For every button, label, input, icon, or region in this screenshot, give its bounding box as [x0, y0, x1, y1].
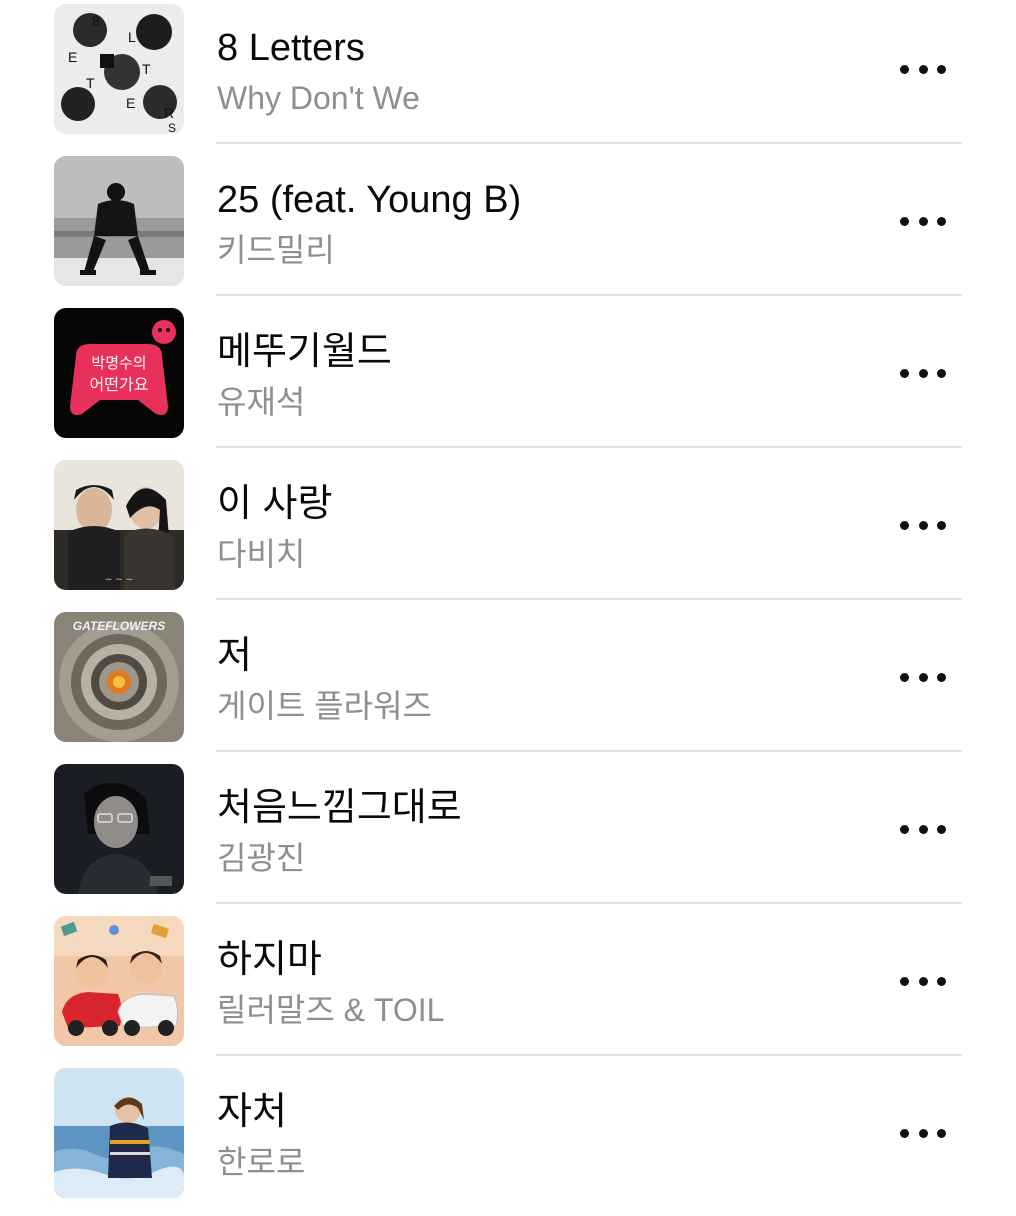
row-divider: [216, 902, 962, 904]
ellipsis-icon: [918, 824, 928, 834]
cover-text: GATEFLOWERS: [73, 619, 165, 633]
album-art-this-love-image: ~ ~ ~: [54, 460, 184, 590]
album-art-25: [54, 156, 184, 286]
song-artist: 유재석: [217, 384, 306, 420]
more-options-button[interactable]: [900, 816, 946, 842]
song-row[interactable]: 25 (feat. Young B) 키드밀리: [0, 152, 1016, 304]
more-options-button[interactable]: [900, 512, 946, 538]
song-title: 8 Letters: [217, 27, 365, 69]
more-options-button[interactable]: [900, 208, 946, 234]
cover-letter: E: [68, 49, 77, 65]
ellipsis-icon: [900, 216, 909, 226]
svg-text:~ ~ ~: ~ ~ ~: [105, 575, 133, 585]
song-title: 25 (feat. Young B): [217, 179, 522, 221]
ellipsis-icon: [900, 368, 909, 378]
cover-letter: 8: [92, 13, 100, 29]
row-divider: [216, 142, 962, 144]
row-divider: [216, 446, 962, 448]
cover-letter: S: [168, 121, 176, 134]
song-title: 처음느낌그대로: [217, 787, 462, 829]
ellipsis-icon: [937, 1128, 946, 1138]
ellipsis-icon: [918, 672, 928, 682]
song-artist: 김광진: [217, 840, 306, 876]
song-title: 이 사랑: [217, 483, 333, 525]
ellipsis-icon: [900, 64, 909, 74]
cover-letter: E: [126, 95, 135, 111]
song-artist: 다비치: [217, 536, 306, 572]
song-artist: 게이트 플라워즈: [217, 688, 432, 724]
cover-letter: T: [86, 75, 95, 91]
ellipsis-icon: [918, 1128, 928, 1138]
song-row[interactable]: E 8 L T T E R S 8 Letters Why Don't We: [0, 0, 1016, 152]
song-title: 메뚜기월드: [217, 331, 392, 373]
album-art-kim-kwangjin-image: [54, 764, 184, 894]
song-row[interactable]: 하지마 릴러말즈 & TOIL: [0, 912, 1016, 1064]
cover-letter: R: [164, 105, 174, 121]
song-row[interactable]: GATEFLOWERS 저 게이트 플라워즈: [0, 608, 1016, 760]
more-options-button[interactable]: [900, 360, 946, 386]
album-art-ocean-portrait-image: [54, 1068, 184, 1198]
ellipsis-icon: [937, 64, 946, 74]
song-title: 하지마: [217, 939, 322, 981]
ellipsis-icon: [900, 976, 909, 986]
ellipsis-icon: [900, 520, 909, 530]
album-art-cartoon-cars-image: [54, 916, 184, 1046]
more-options-button[interactable]: [900, 664, 946, 690]
album-art-gateflowers: GATEFLOWERS: [54, 612, 184, 742]
ellipsis-icon: [937, 672, 946, 682]
cover-text: 어떤가요: [90, 375, 149, 394]
cover-text: 박명수의: [91, 354, 146, 372]
row-divider: [216, 294, 962, 296]
album-art-kim-kwangjin: [54, 764, 184, 894]
album-art-cartoon-cars: [54, 916, 184, 1046]
song-row[interactable]: 자처 한로로: [0, 1064, 1016, 1216]
song-artist: 키드밀리: [217, 232, 335, 268]
ellipsis-icon: [900, 672, 909, 682]
cover-letter: L: [128, 29, 136, 45]
album-art-park-myungsoo: 박명수의 어떤가요: [54, 308, 184, 438]
ellipsis-icon: [937, 976, 946, 986]
ellipsis-icon: [918, 520, 928, 530]
ellipsis-icon: [937, 368, 946, 378]
ellipsis-icon: [900, 1128, 909, 1138]
song-title: 자처: [217, 1091, 287, 1133]
song-row[interactable]: ~ ~ ~ 이 사랑 다비치: [0, 456, 1016, 608]
ellipsis-icon: [937, 824, 946, 834]
album-art-8-letters-image: E 8 L T T E R S: [54, 4, 184, 134]
album-art-ocean-portrait: [54, 1068, 184, 1198]
row-divider: [216, 750, 962, 752]
album-art-8-letters: E 8 L T T E R S: [54, 4, 184, 134]
row-divider: [216, 1054, 962, 1056]
album-art-park-myungsoo-image: 박명수의 어떤가요: [54, 308, 184, 438]
ellipsis-icon: [900, 824, 909, 834]
cover-letter: T: [142, 61, 151, 77]
more-options-button[interactable]: [900, 968, 946, 994]
song-row[interactable]: 처음느낌그대로 김광진: [0, 760, 1016, 912]
song-artist: 한로로: [217, 1144, 306, 1180]
song-list: E 8 L T T E R S 8 Letters Why Don't We 2…: [0, 0, 1016, 1200]
ellipsis-icon: [918, 368, 928, 378]
more-options-button[interactable]: [900, 56, 946, 82]
song-artist: Why Don't We: [217, 80, 420, 116]
row-divider: [216, 598, 962, 600]
ellipsis-icon: [918, 64, 928, 74]
ellipsis-icon: [937, 520, 946, 530]
ellipsis-icon: [937, 216, 946, 226]
ellipsis-icon: [918, 216, 928, 226]
more-options-button[interactable]: [900, 1120, 946, 1146]
song-row[interactable]: 박명수의 어떤가요 메뚜기월드 유재석: [0, 304, 1016, 456]
ellipsis-icon: [918, 976, 928, 986]
album-art-gateflowers-image: GATEFLOWERS: [54, 612, 184, 742]
album-art-25-image: [54, 156, 184, 286]
song-title: 저: [217, 635, 252, 677]
album-art-this-love: ~ ~ ~: [54, 460, 184, 590]
song-artist: 릴러말즈 & TOIL: [217, 992, 445, 1028]
